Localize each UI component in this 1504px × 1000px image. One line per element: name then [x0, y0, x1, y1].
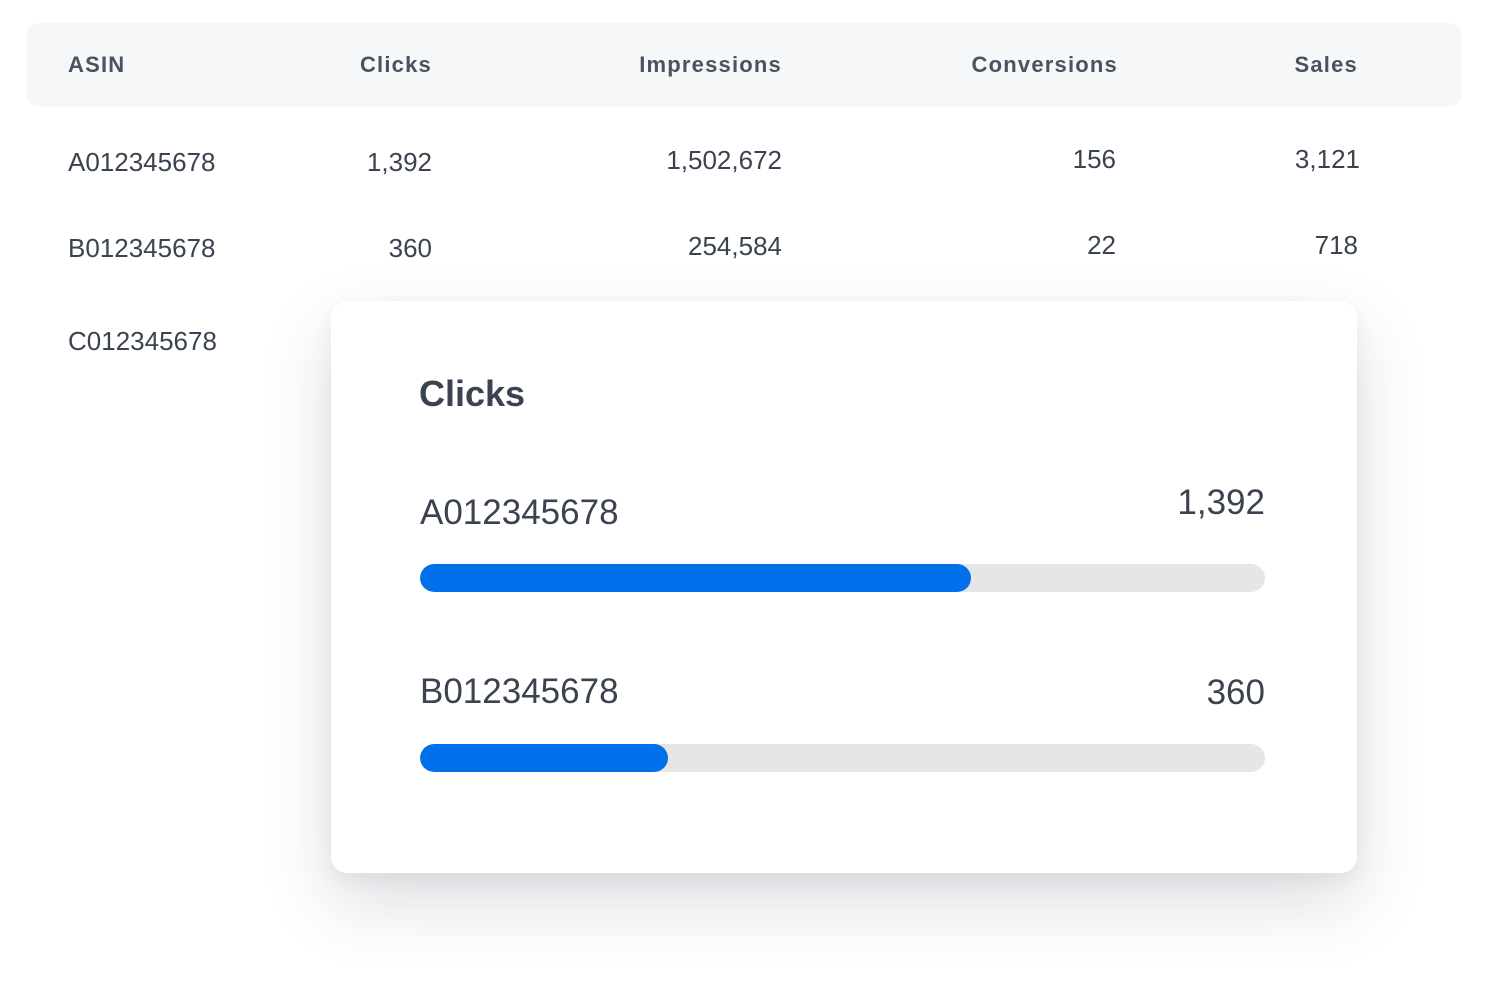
cell-asin: C012345678 [68, 326, 217, 356]
bar-fill [420, 744, 669, 772]
cell-sales: 718 [1314, 230, 1358, 260]
cell-conversions: 156 [1072, 144, 1116, 174]
bar-value: 1,392 [1177, 483, 1265, 522]
table-header: ASIN Clicks Impressions Conversions Sale… [26, 23, 1462, 107]
bar-label: A012345678 [420, 493, 619, 532]
cell-conversions: 22 [1087, 230, 1116, 260]
bar-label: B012345678 [420, 672, 619, 711]
header-asin[interactable]: ASIN [68, 23, 125, 107]
asin-metrics-view: ASIN Clicks Impressions Conversions Sale… [0, 0, 1504, 1000]
popup-title: Clicks [419, 373, 526, 414]
cell-sales: 3,121 [1294, 144, 1360, 174]
cell-asin: A012345678 [68, 147, 216, 177]
cell-clicks: 360 [388, 233, 432, 263]
header-clicks[interactable]: Clicks [316, 23, 432, 107]
header-sales[interactable]: Sales [1246, 23, 1358, 107]
cell-clicks: 1,392 [366, 147, 432, 177]
cell-impressions: 1,502,672 [666, 145, 782, 175]
cell-asin: B012345678 [68, 233, 216, 263]
cell-impressions: 254,584 [688, 231, 782, 261]
bar-track [420, 744, 1265, 772]
bar-value: 360 [1206, 673, 1265, 712]
clicks-popup-card: Clicks A012345678 1,392 B012345678 360 [331, 301, 1357, 873]
header-impressions[interactable]: Impressions [586, 23, 782, 107]
bar-track [420, 564, 1265, 592]
bar-fill [420, 564, 971, 592]
header-conversions[interactable]: Conversions [916, 23, 1118, 107]
